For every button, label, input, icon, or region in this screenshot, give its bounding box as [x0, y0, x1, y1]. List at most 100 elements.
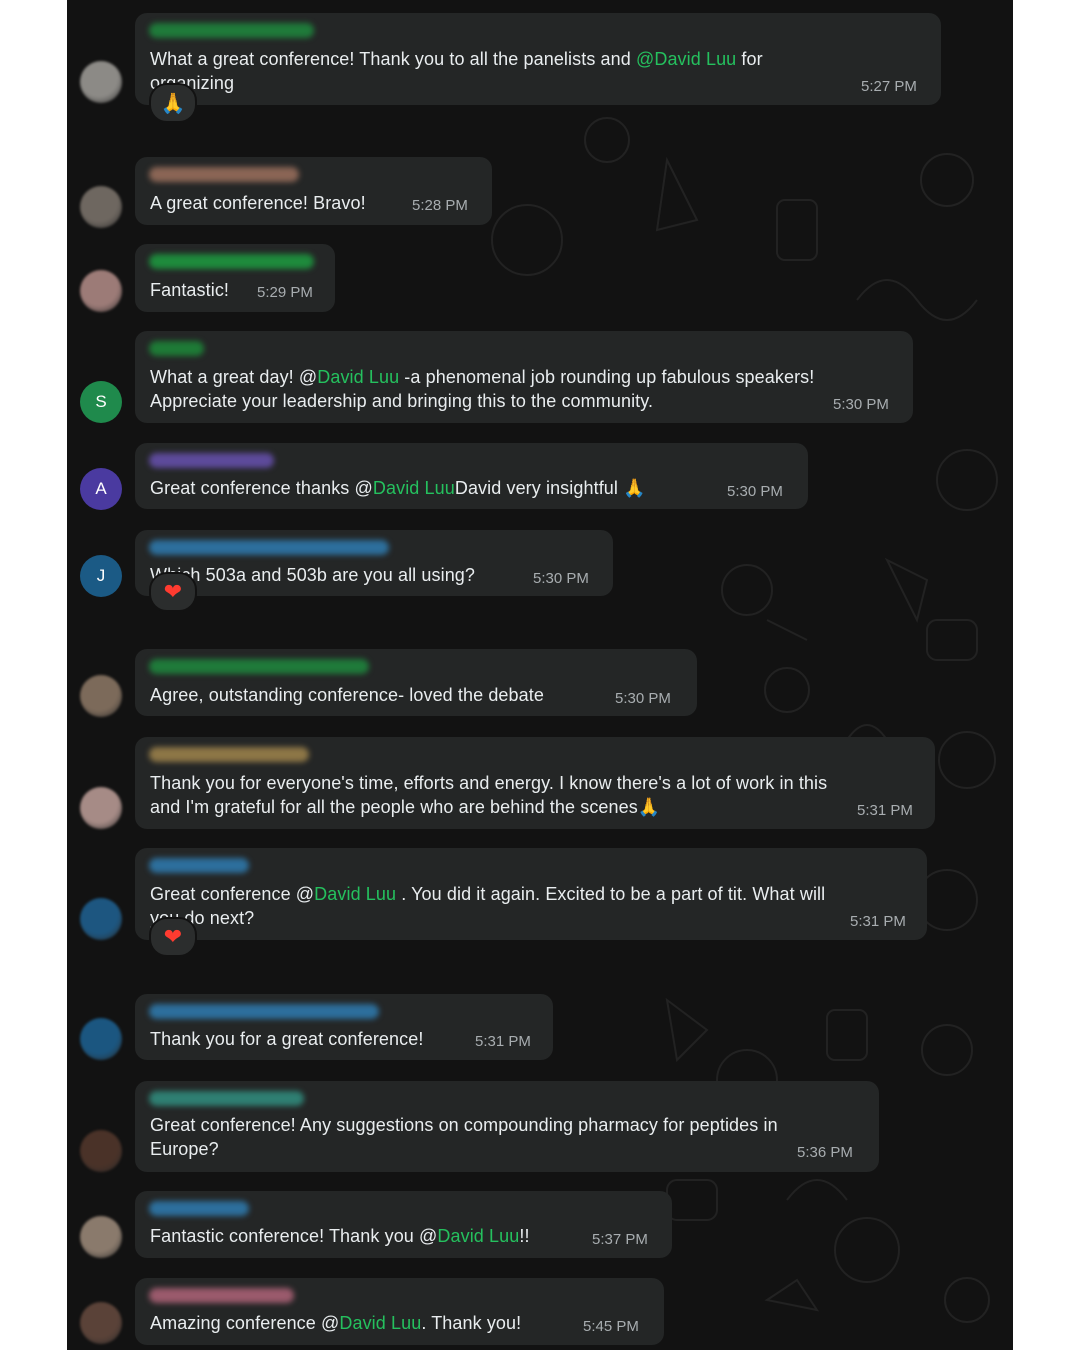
text-segment: Amazing conference @ [150, 1313, 340, 1333]
message-timestamp: 5:30 PM [727, 483, 783, 500]
message-timestamp: 5:36 PM [797, 1144, 853, 1161]
folded-hands-icon: 🙏 [160, 92, 186, 115]
text-segment: Fantastic! [150, 280, 230, 300]
avatar[interactable] [80, 61, 122, 103]
message-bubble[interactable]: A great conference! Bravo! 5:28 PM [135, 157, 492, 225]
sender-name-redacted [149, 341, 204, 356]
message-text: A great conference! Bravo! [150, 191, 366, 215]
avatar[interactable] [80, 1302, 122, 1344]
folded-hands-icon: 🙏 [623, 478, 646, 498]
text-segment: !! [519, 1226, 530, 1246]
text-segment: Thank you for a great conference! [150, 1029, 424, 1049]
message-timestamp: 5:29 PM [257, 284, 313, 301]
text-segment: Which 503a and 503b are you all using? [150, 565, 476, 585]
avatar[interactable] [80, 1130, 122, 1172]
message-bubble[interactable]: What a great day! @David Luu -a phenomen… [135, 331, 913, 423]
message-bubble[interactable]: Great conference @David Luu . You did it… [135, 848, 927, 940]
avatar[interactable] [80, 1018, 122, 1060]
message-timestamp: 5:31 PM [475, 1033, 531, 1050]
message-text: Thank you for a great conference! [150, 1027, 423, 1051]
message-text: Great conference! Any suggestions on com… [150, 1113, 778, 1137]
sender-name-redacted [149, 659, 369, 674]
message-timestamp: 5:30 PM [533, 570, 589, 587]
mention-link[interactable]: David Luu [314, 884, 396, 904]
text-segment: What a great day! @ [150, 367, 318, 387]
avatar[interactable]: J [80, 555, 122, 597]
message-bubble[interactable]: Great conference! Any suggestions on com… [135, 1081, 879, 1172]
text-segment: Great conference @ [150, 884, 315, 904]
text-segment: What a great conference! Thank you to al… [150, 49, 636, 69]
text-segment: Appreciate your leadership and bringing … [150, 391, 654, 411]
mention-link[interactable]: David Luu [437, 1226, 519, 1246]
reaction-badge[interactable]: 🙏 [149, 83, 197, 123]
avatar[interactable] [80, 270, 122, 312]
avatar[interactable]: S [80, 381, 122, 423]
message-bubble[interactable]: Agree, outstanding conference- loved the… [135, 649, 697, 716]
text-segment: for [736, 49, 763, 69]
message-bubble[interactable]: Amazing conference @David Luu. Thank you… [135, 1278, 664, 1345]
text-segment: . Thank you! [421, 1313, 522, 1333]
message-bubble[interactable]: Fantastic conference! Thank you @David L… [135, 1191, 672, 1258]
message-timestamp: 5:27 PM [861, 78, 917, 95]
message-text: and I'm grateful for all the people who … [150, 795, 660, 819]
message-bubble[interactable]: What a great conference! Thank you to al… [135, 13, 941, 105]
message-text: Amazing conference @David Luu. Thank you… [150, 1311, 521, 1335]
message-bubble[interactable]: Great conference thanks @David LuuDavid … [135, 443, 808, 509]
message-timestamp: 5:45 PM [583, 1318, 639, 1335]
folded-hands-icon: 🙏 [637, 797, 661, 817]
sender-name-redacted [149, 1288, 294, 1303]
message-bubble[interactable]: Thank you for a great conference! 5:31 PM [135, 994, 553, 1060]
avatar[interactable]: A [80, 468, 122, 510]
text-segment: Great conference thanks @ [150, 478, 373, 498]
message-timestamp: 5:30 PM [615, 690, 671, 707]
message-bubble[interactable]: Thank you for everyone's time, efforts a… [135, 737, 935, 829]
message-text: Fantastic! [150, 278, 229, 302]
message-text: Europe? [150, 1137, 219, 1161]
text-segment: and I'm grateful for all the people who … [150, 797, 638, 817]
text-segment: Great conference! Any suggestions on com… [150, 1115, 778, 1135]
sender-name-redacted [149, 747, 309, 762]
text-segment: Thank you for everyone's time, efforts a… [150, 773, 828, 793]
mention-link[interactable]: David Luu [373, 478, 455, 498]
text-segment: -a phenomenal job rounding up fabulous s… [399, 367, 815, 387]
message-timestamp: 5:28 PM [412, 197, 468, 214]
reaction-badge[interactable]: ❤ [149, 917, 197, 957]
sender-name-redacted [149, 254, 314, 269]
sender-name-redacted [149, 453, 274, 468]
avatar[interactable] [80, 675, 122, 717]
text-segment: Agree, outstanding conference- loved the… [150, 685, 544, 705]
message-text: Fantastic conference! Thank you @David L… [150, 1224, 530, 1248]
sender-name-redacted [149, 540, 389, 555]
message-text: Great conference @David Luu . You did it… [150, 882, 825, 906]
message-timestamp: 5:31 PM [850, 913, 906, 930]
avatar[interactable] [80, 898, 122, 940]
sender-name-redacted [149, 23, 314, 38]
avatar[interactable] [80, 186, 122, 228]
message-bubble[interactable]: Fantastic! 5:29 PM [135, 244, 335, 312]
avatar[interactable] [80, 787, 122, 829]
heart-icon: ❤ [163, 579, 183, 604]
chat-panel: What a great conference! Thank you to al… [67, 0, 1013, 1350]
text-segment: Fantastic conference! Thank you @ [150, 1226, 438, 1246]
message-text: Great conference thanks @David LuuDavid … [150, 476, 646, 500]
sender-name-redacted [149, 1201, 249, 1216]
reaction-badge[interactable]: ❤ [149, 572, 197, 612]
sender-name-redacted [149, 167, 299, 182]
message-timestamp: 5:37 PM [592, 1231, 648, 1248]
message-text: What a great conference! Thank you to al… [150, 47, 763, 71]
avatar[interactable] [80, 1216, 122, 1258]
message-text: Thank you for everyone's time, efforts a… [150, 771, 827, 795]
mention-link[interactable]: David Luu [339, 1313, 421, 1333]
message-timestamp: 5:31 PM [857, 802, 913, 819]
message-text: Agree, outstanding conference- loved the… [150, 683, 544, 707]
message-text: What a great day! @David Luu -a phenomen… [150, 365, 814, 389]
message-timestamp: 5:30 PM [833, 396, 889, 413]
sender-name-redacted [149, 1091, 304, 1106]
message-bubble[interactable]: Which 503a and 503b are you all using? 5:… [135, 530, 613, 596]
mention-link[interactable]: @David Luu [636, 49, 736, 69]
message-text: Which 503a and 503b are you all using? [150, 563, 475, 587]
text-segment: Europe? [150, 1139, 219, 1159]
mention-link[interactable]: David Luu [317, 367, 399, 387]
text-segment: David very insightful [454, 478, 624, 498]
text-segment: A great conference! Bravo! [150, 193, 366, 213]
